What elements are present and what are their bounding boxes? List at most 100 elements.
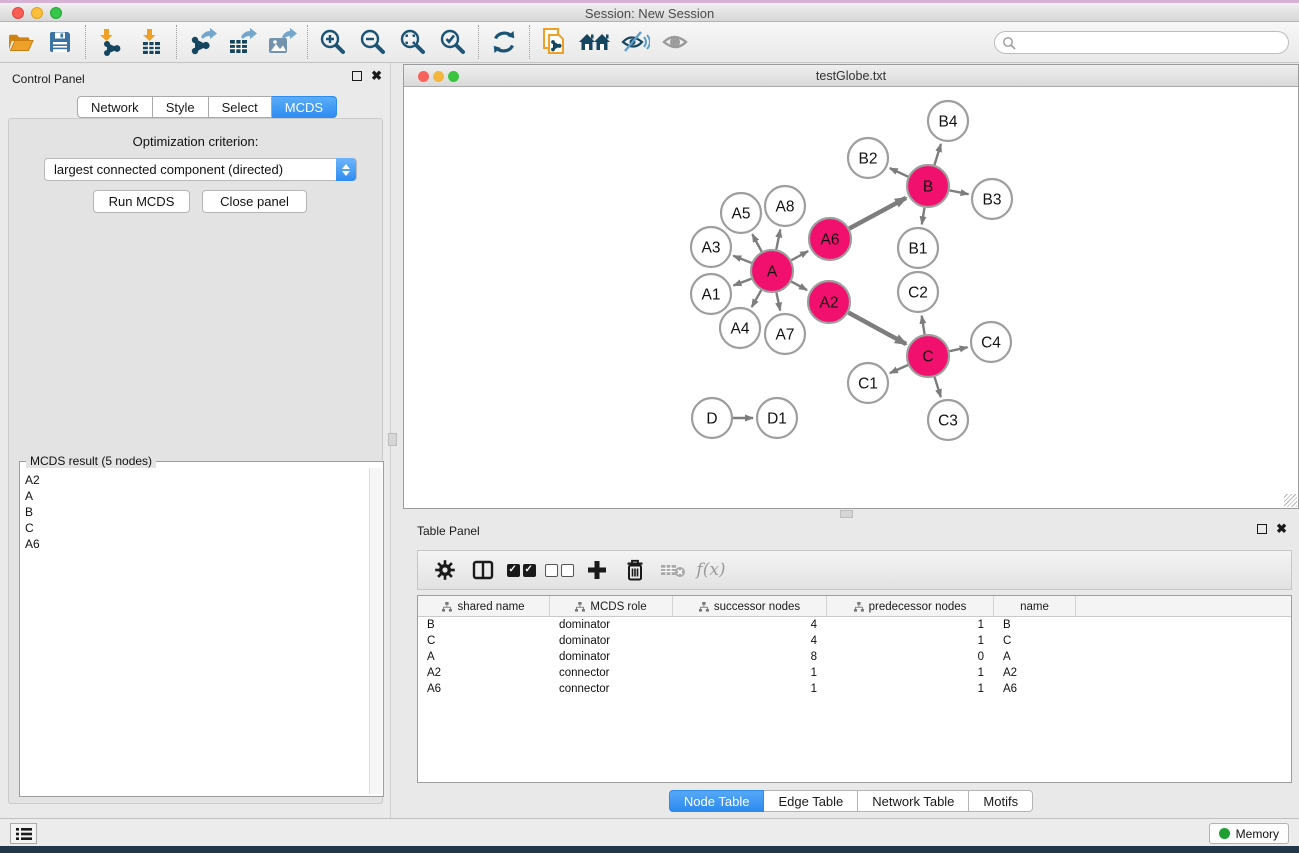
graph-node-A8[interactable]: A8 bbox=[765, 186, 805, 226]
graph-node-A7[interactable]: A7 bbox=[765, 314, 805, 354]
graph-node-D1[interactable]: D1 bbox=[757, 398, 797, 438]
memory-button[interactable]: Memory bbox=[1209, 823, 1289, 844]
graph-node-A2[interactable]: A2 bbox=[808, 281, 850, 323]
export-table-icon[interactable] bbox=[222, 25, 262, 59]
tab-edge-table[interactable]: Edge Table bbox=[764, 790, 858, 812]
refresh-icon[interactable] bbox=[484, 25, 524, 59]
result-item[interactable]: A2 bbox=[25, 472, 371, 488]
graph-edge-A6-B[interactable] bbox=[849, 198, 906, 229]
graph-node-A[interactable]: A bbox=[751, 250, 793, 292]
duplicate-network-icon[interactable] bbox=[535, 25, 575, 59]
table-cell[interactable]: 1 bbox=[827, 633, 994, 649]
result-list-scrollbar[interactable] bbox=[369, 468, 382, 794]
table-cell[interactable]: dominator bbox=[550, 617, 673, 633]
graph-edge-A-A6[interactable] bbox=[791, 251, 808, 260]
graph-edge-A-A4[interactable] bbox=[752, 290, 761, 307]
table-cell[interactable]: A6 bbox=[994, 681, 1076, 697]
graph-edge-C-C2[interactable] bbox=[922, 316, 925, 335]
table-cell[interactable]: 1 bbox=[827, 665, 994, 681]
table-cell[interactable]: A bbox=[418, 649, 550, 665]
graph-node-C2[interactable]: C2 bbox=[898, 272, 938, 312]
window-resize-grip[interactable] bbox=[1284, 494, 1297, 507]
graph-node-A4[interactable]: A4 bbox=[720, 308, 760, 348]
table-cell[interactable]: 4 bbox=[673, 633, 827, 649]
graph-node-C3[interactable]: C3 bbox=[928, 400, 968, 440]
table-cell[interactable]: B bbox=[994, 617, 1076, 633]
table-cell[interactable]: A2 bbox=[418, 665, 550, 681]
graph-edge-A-A3[interactable] bbox=[733, 256, 751, 263]
graph-node-A3[interactable]: A3 bbox=[691, 227, 731, 267]
hide-selected-icon[interactable] bbox=[615, 25, 655, 59]
show-column-icon[interactable] bbox=[464, 555, 502, 585]
tab-style[interactable]: Style bbox=[153, 96, 209, 118]
table-cell[interactable]: 4 bbox=[673, 617, 827, 633]
tab-mcds[interactable]: MCDS bbox=[272, 96, 337, 118]
tab-network-table[interactable]: Network Table bbox=[858, 790, 969, 812]
table-cell[interactable]: 1 bbox=[827, 617, 994, 633]
first-neighbors-icon[interactable] bbox=[575, 25, 615, 59]
table-cell[interactable]: A6 bbox=[418, 681, 550, 697]
table-row[interactable]: A6connector11A6 bbox=[418, 681, 1291, 697]
deselect-all-icon[interactable] bbox=[540, 555, 578, 585]
result-item[interactable]: A bbox=[25, 488, 371, 504]
graph-edge-C-C4[interactable] bbox=[949, 347, 967, 351]
table-cell[interactable]: dominator bbox=[550, 633, 673, 649]
table-row[interactable]: Cdominator41C bbox=[418, 633, 1291, 649]
table-cell[interactable]: 8 bbox=[673, 649, 827, 665]
graph-node-A1[interactable]: A1 bbox=[691, 274, 731, 314]
save-session-icon[interactable] bbox=[40, 25, 80, 59]
graph-edge-B-B3[interactable] bbox=[950, 190, 969, 194]
graph-edge-A-A5[interactable] bbox=[752, 234, 761, 251]
table-cell[interactable]: 1 bbox=[827, 681, 994, 697]
export-image-icon[interactable] bbox=[262, 25, 302, 59]
column-header-successor-nodes[interactable]: successor nodes bbox=[673, 596, 827, 617]
select-all-icon[interactable] bbox=[502, 555, 540, 585]
graph-edge-C-C3[interactable] bbox=[935, 377, 941, 397]
table-row[interactable]: Adominator80A bbox=[418, 649, 1291, 665]
search-field[interactable] bbox=[994, 31, 1289, 54]
graph-node-A6[interactable]: A6 bbox=[809, 218, 851, 260]
graph-node-B1[interactable]: B1 bbox=[898, 228, 938, 268]
task-history-button[interactable] bbox=[10, 823, 37, 844]
vertical-splitter-handle[interactable] bbox=[388, 433, 397, 446]
graph-node-D[interactable]: D bbox=[692, 398, 732, 438]
table-cell[interactable]: C bbox=[994, 633, 1076, 649]
mcds-result-list[interactable]: A2ABCA6 bbox=[21, 468, 371, 794]
float-table-panel-icon[interactable] bbox=[1257, 524, 1267, 534]
table-cell[interactable]: 1 bbox=[673, 681, 827, 697]
result-item[interactable]: C bbox=[25, 520, 371, 536]
tab-network[interactable]: Network bbox=[77, 96, 153, 118]
table-row[interactable]: A2connector11A2 bbox=[418, 665, 1291, 681]
settings-gear-icon[interactable] bbox=[426, 555, 464, 585]
close-panel-icon[interactable]: ✖ bbox=[371, 71, 382, 81]
column-header-shared-name[interactable]: shared name bbox=[418, 596, 550, 617]
zoom-in-icon[interactable] bbox=[313, 25, 353, 59]
search-input[interactable] bbox=[1016, 34, 1288, 52]
close-table-panel-icon[interactable]: ✖ bbox=[1276, 524, 1287, 534]
graph-node-C1[interactable]: C1 bbox=[848, 363, 888, 403]
table-cell[interactable]: connector bbox=[550, 665, 673, 681]
table-cell[interactable]: 0 bbox=[827, 649, 994, 665]
delete-row-trash-icon[interactable] bbox=[616, 555, 654, 585]
column-header-name[interactable]: name bbox=[994, 596, 1076, 617]
table-cell[interactable]: B bbox=[418, 617, 550, 633]
tab-select[interactable]: Select bbox=[209, 96, 272, 118]
float-panel-icon[interactable] bbox=[352, 71, 362, 81]
close-panel-button[interactable]: Close panel bbox=[202, 190, 307, 213]
zoom-fit-icon[interactable] bbox=[393, 25, 433, 59]
result-item[interactable]: A6 bbox=[25, 536, 371, 552]
graph-edge-C-C1[interactable] bbox=[890, 365, 908, 373]
graph-node-B4[interactable]: B4 bbox=[928, 101, 968, 141]
horizontal-splitter-handle[interactable] bbox=[840, 510, 853, 518]
import-network-icon[interactable] bbox=[91, 25, 131, 59]
graph-node-C4[interactable]: C4 bbox=[971, 322, 1011, 362]
graph-edge-B-B2[interactable] bbox=[890, 168, 908, 177]
graph-node-A5[interactable]: A5 bbox=[721, 193, 761, 233]
table-row[interactable]: Bdominator41B bbox=[418, 617, 1291, 633]
table-cell[interactable]: C bbox=[418, 633, 550, 649]
graph-edge-A-A2[interactable] bbox=[791, 282, 807, 291]
graph-edge-B-B1[interactable] bbox=[922, 208, 925, 225]
import-table-icon[interactable] bbox=[131, 25, 171, 59]
add-row-icon[interactable] bbox=[578, 555, 616, 585]
criterion-dropdown[interactable]: largest connected component (directed) bbox=[44, 158, 357, 181]
